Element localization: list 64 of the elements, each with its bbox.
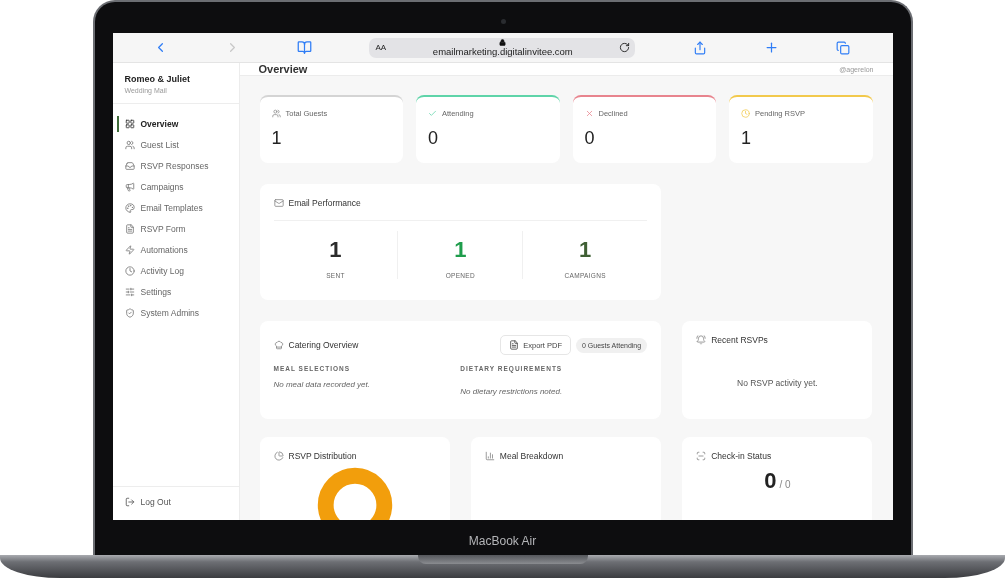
nav-item[interactable]: System Admins bbox=[116, 305, 239, 321]
text-size-button[interactable]: AA bbox=[375, 43, 387, 52]
stat-icon bbox=[271, 109, 281, 118]
nav-item[interactable]: Campaigns bbox=[116, 179, 239, 195]
chef-hat-icon bbox=[273, 340, 284, 350]
nav-icon bbox=[124, 119, 135, 129]
url-text: emailmarketing.digitalinvitee.com bbox=[432, 45, 573, 57]
camera-icon bbox=[500, 19, 506, 24]
mail-icon bbox=[273, 198, 284, 208]
nav-icon bbox=[124, 245, 135, 255]
nav-item[interactable]: Overview bbox=[116, 116, 239, 132]
nav-icon bbox=[124, 161, 135, 171]
stat-value: 0 bbox=[428, 128, 439, 149]
metric-value: 1 bbox=[454, 237, 467, 263]
logout-button[interactable]: Log Out bbox=[112, 486, 239, 520]
plus-icon[interactable] bbox=[764, 40, 780, 55]
nav-icon bbox=[124, 203, 135, 213]
page-title: Overview bbox=[258, 63, 308, 75]
nav-item[interactable]: RSVP Responses bbox=[116, 158, 239, 174]
nav-item[interactable]: RSVP Form bbox=[116, 221, 239, 237]
nav-icon bbox=[124, 287, 135, 297]
card-title: Catering Overview bbox=[288, 340, 359, 350]
stat-icon bbox=[584, 109, 594, 118]
checkin-count: 0 bbox=[764, 468, 777, 494]
nav-icon bbox=[124, 182, 135, 192]
bookmarks-icon[interactable] bbox=[297, 40, 313, 55]
nav-item[interactable]: Settings bbox=[116, 284, 239, 300]
card-title: RSVP Distribution bbox=[288, 451, 357, 461]
nav-icon bbox=[124, 140, 135, 150]
bell-icon bbox=[696, 335, 707, 345]
stat-value: 1 bbox=[741, 128, 752, 149]
empty-note: No dietary restrictions noted. bbox=[460, 387, 564, 396]
app-title: Romeo & Juliet bbox=[124, 74, 191, 84]
nav-icon bbox=[124, 308, 135, 318]
device-label: MacBook Air bbox=[468, 534, 537, 548]
card-title: Check-in Status bbox=[711, 451, 772, 461]
nav-item[interactable]: Guest List bbox=[116, 137, 239, 153]
checkin-total: / 0 bbox=[779, 479, 791, 490]
nav-item[interactable]: Automations bbox=[116, 242, 239, 258]
bar-chart-icon bbox=[484, 451, 495, 461]
stat-icon bbox=[741, 109, 750, 118]
scan-icon bbox=[696, 451, 707, 461]
stat-icon bbox=[428, 109, 437, 118]
reload-icon[interactable] bbox=[619, 42, 631, 53]
logout-icon bbox=[124, 497, 135, 507]
nav-item[interactable]: Email Templates bbox=[116, 200, 239, 216]
nav-icon bbox=[124, 266, 135, 276]
document-icon bbox=[509, 340, 520, 350]
address-bar[interactable]: AA emailmarketing.digitalinvitee.com bbox=[369, 37, 636, 58]
stat-value: 1 bbox=[271, 128, 283, 149]
share-icon[interactable] bbox=[692, 40, 707, 55]
nav-item[interactable]: Activity Log bbox=[116, 263, 239, 279]
card-title: Meal Breakdown bbox=[499, 451, 564, 461]
empty-note: No meal data recorded yet. bbox=[273, 380, 371, 389]
tabs-icon[interactable] bbox=[836, 40, 851, 55]
pie-chart-icon bbox=[273, 451, 284, 461]
stat-value: 0 bbox=[584, 128, 596, 149]
metric-value: 1 bbox=[579, 237, 592, 263]
nav-icon bbox=[124, 224, 135, 234]
card-title: Email Performance bbox=[288, 198, 361, 208]
empty-note: No RSVP activity yet. bbox=[736, 378, 819, 388]
lock-icon bbox=[499, 38, 507, 46]
metric-value: 1 bbox=[329, 237, 342, 263]
card-title: Recent RSVPs bbox=[711, 335, 768, 345]
